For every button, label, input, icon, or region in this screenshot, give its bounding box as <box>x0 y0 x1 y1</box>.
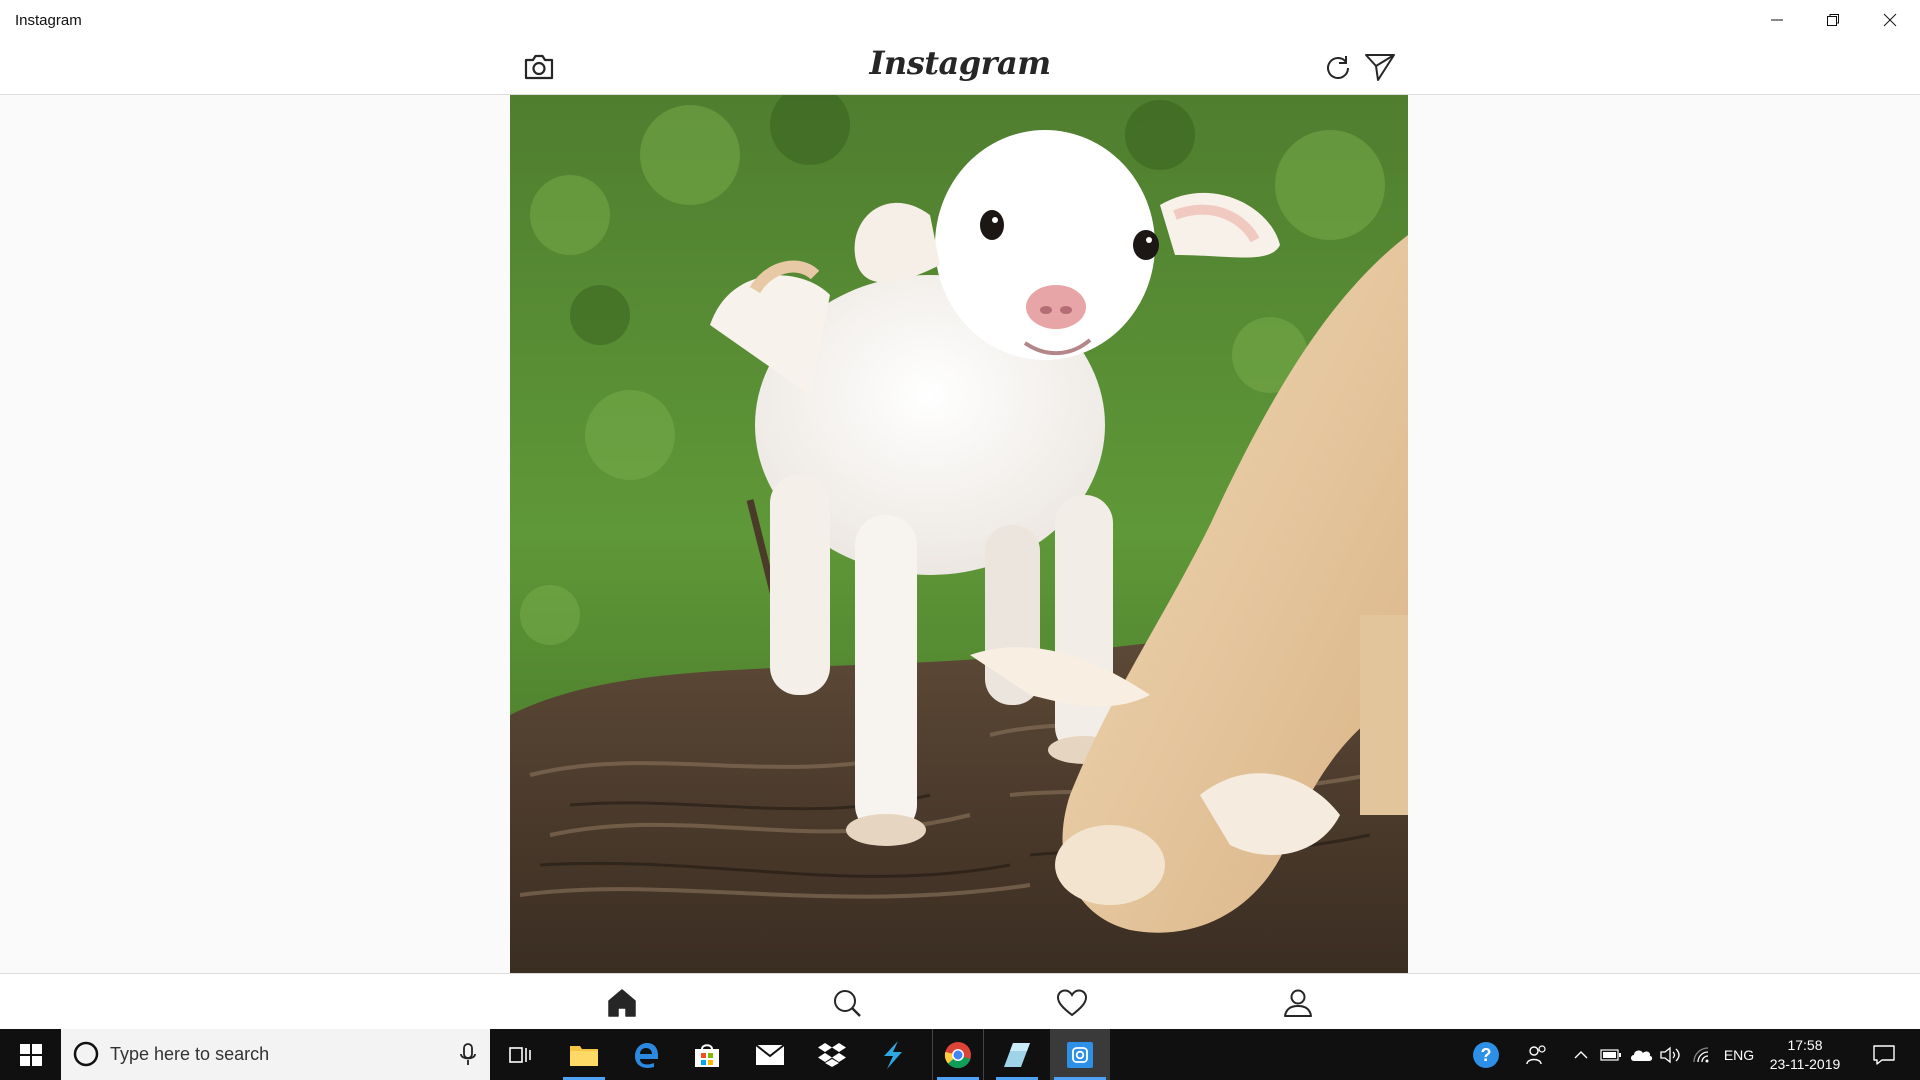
show-hidden-icons-button[interactable] <box>1568 1029 1594 1080</box>
paper-plane-icon <box>1365 54 1395 81</box>
clock-time: 17:58 <box>1787 1037 1823 1053</box>
action-center-button[interactable] <box>1864 1029 1904 1080</box>
folder-icon <box>570 1045 598 1066</box>
network-button[interactable] <box>1688 1029 1716 1080</box>
people-button[interactable] <box>1518 1029 1556 1080</box>
chrome-button[interactable] <box>932 1029 984 1080</box>
goat-photo-image <box>510 95 1408 973</box>
app-header: Instagram <box>0 40 1920 95</box>
instagram-taskbar-button[interactable] <box>1050 1029 1110 1080</box>
input-language-button[interactable]: ENG <box>1722 1029 1756 1080</box>
people-icon <box>1526 1044 1546 1064</box>
chevron-up-icon <box>1574 1050 1588 1058</box>
start-button[interactable] <box>0 1029 61 1080</box>
edge-button[interactable] <box>621 1029 671 1080</box>
visual-studio-code-button[interactable] <box>868 1029 918 1080</box>
battery-icon <box>1600 1048 1621 1061</box>
task-view-icon <box>509 1046 531 1063</box>
minimize-button[interactable] <box>1749 0 1805 40</box>
file-explorer-button[interactable] <box>559 1029 609 1080</box>
cloud-icon <box>1631 1050 1653 1061</box>
minimize-icon <box>1771 19 1783 21</box>
close-button[interactable] <box>1862 0 1918 40</box>
mail-envelope-icon <box>755 1043 785 1065</box>
search-tab[interactable] <box>829 986 865 1020</box>
window-titlebar: Instagram <box>0 0 1920 40</box>
onedrive-button[interactable] <box>1626 1029 1656 1080</box>
svg-text:?: ? <box>1481 1045 1492 1065</box>
window-title: Instagram <box>15 12 82 29</box>
edge-browser-icon <box>635 1042 658 1068</box>
wifi-icon <box>1693 1046 1709 1062</box>
home-icon <box>608 989 636 1017</box>
clock-button[interactable]: 17:58 23-11-2019 <box>1762 1029 1848 1080</box>
restore-button[interactable] <box>1805 0 1861 40</box>
heart-icon <box>1057 989 1087 1017</box>
refresh-button[interactable] <box>1322 50 1354 84</box>
restore-icon <box>1827 14 1839 26</box>
help-tray-button[interactable]: ? <box>1466 1029 1506 1080</box>
eraser-app-button[interactable] <box>992 1029 1042 1080</box>
mail-button[interactable] <box>745 1029 795 1080</box>
clock-date: 23-11-2019 <box>1769 1056 1841 1072</box>
profile-tab[interactable] <box>1280 986 1316 1020</box>
language-indicator: ENG <box>1723 1046 1755 1063</box>
notifications-icon <box>1873 1044 1895 1065</box>
windows-logo-icon <box>19 1043 42 1066</box>
direct-message-button[interactable] <box>1362 50 1398 84</box>
dropbox-icon <box>818 1042 846 1067</box>
help-question-icon: ? <box>1473 1041 1499 1068</box>
task-view-button[interactable] <box>499 1029 541 1080</box>
speaker-icon <box>1660 1046 1680 1063</box>
cortana-icon <box>73 1041 99 1067</box>
eraser-app-icon <box>1004 1042 1030 1067</box>
refresh-icon <box>1327 56 1349 79</box>
feed-area[interactable] <box>0 95 1920 973</box>
activity-tab[interactable] <box>1054 986 1090 1020</box>
volume-button[interactable] <box>1657 1029 1685 1080</box>
search-icon <box>834 990 861 1017</box>
search-placeholder: Type here to search <box>110 1044 270 1064</box>
dropbox-button[interactable] <box>807 1029 857 1080</box>
bottom-navigation <box>0 973 1920 1030</box>
battery-tray-icon-button[interactable] <box>1597 1029 1625 1080</box>
post-photo[interactable] <box>510 95 1408 973</box>
home-tab[interactable] <box>604 986 640 1020</box>
instagram-logo: Instagram <box>869 44 1051 82</box>
store-bag-icon <box>695 1043 719 1067</box>
close-icon <box>1883 13 1897 27</box>
lightning-app-icon <box>884 1040 902 1069</box>
store-button[interactable] <box>682 1029 732 1080</box>
chrome-icon <box>944 1041 971 1068</box>
taskbar-search-box[interactable]: Type here to search <box>61 1029 490 1080</box>
instagram-app-icon <box>1067 1041 1093 1068</box>
microphone-icon[interactable] <box>460 1043 476 1067</box>
profile-icon <box>1284 989 1312 1017</box>
windows-taskbar: Type here to search ? ENG 17:58 23-11-20… <box>0 1029 1920 1080</box>
